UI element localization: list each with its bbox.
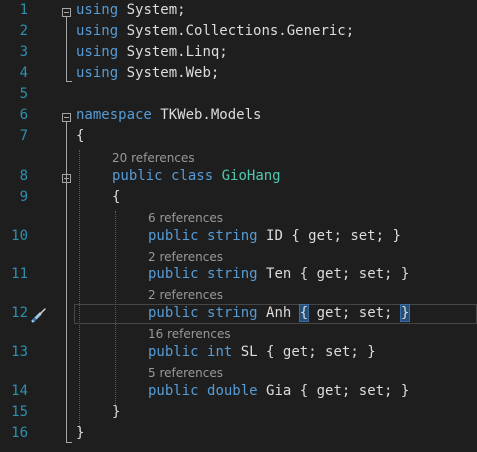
line-number: 6 <box>19 107 28 123</box>
line-number: 12 <box>11 305 28 321</box>
line-number: 2 <box>19 23 28 39</box>
line-number: 8 <box>19 168 28 184</box>
line-number: 7 <box>19 128 28 144</box>
collapse-icon[interactable] <box>62 113 71 122</box>
line-number: 13 <box>11 344 28 360</box>
line-number: 16 <box>11 425 28 441</box>
fold-guide <box>66 17 67 81</box>
code-line: using System; <box>76 2 186 18</box>
line-number: 14 <box>11 383 28 399</box>
code-editor[interactable]: 1 2 3 4 5 6 7 8 9 10 11 12 13 14 15 16 u… <box>0 0 477 452</box>
line-number: 9 <box>19 189 28 205</box>
indent-guide <box>79 150 80 432</box>
fold-guide <box>66 442 72 443</box>
codelens-references[interactable]: 5 references <box>148 366 223 380</box>
line-number: 4 <box>19 65 28 81</box>
line-number: 11 <box>11 266 28 282</box>
codelens-references[interactable]: 6 references <box>148 211 223 225</box>
code-line: public int SL { get; set; } <box>148 344 376 360</box>
line-number: 3 <box>19 44 28 60</box>
code-line: public double Gia { get; set; } <box>148 383 410 399</box>
line-number: 15 <box>11 404 28 420</box>
code-line: using System.Collections.Generic; <box>76 23 355 39</box>
collapse-icon[interactable] <box>62 174 71 183</box>
fold-guide <box>66 81 72 82</box>
codelens-references[interactable]: 2 references <box>148 250 223 264</box>
code-line: namespace TKWeb.Models <box>76 107 262 123</box>
code-line: } <box>112 404 121 420</box>
line-number: 10 <box>11 228 28 244</box>
code-line: } <box>76 425 85 441</box>
code-line: using System.Web; <box>76 65 220 81</box>
code-line: public string ID { get; set; } <box>148 228 401 244</box>
codelens-references[interactable]: 20 references <box>112 151 195 165</box>
code-line: { <box>76 128 85 144</box>
codelens-references[interactable]: 16 references <box>148 327 231 341</box>
code-line: { <box>112 189 121 205</box>
code-line: public string Ten { get; set; } <box>148 266 410 282</box>
screwdriver-icon[interactable] <box>30 306 48 324</box>
code-line: public string Anh { get; set; } <box>148 304 411 322</box>
line-number: 1 <box>19 2 28 18</box>
codelens-references[interactable]: 2 references <box>148 288 223 302</box>
collapse-icon[interactable] <box>62 8 71 17</box>
fold-guide <box>66 122 67 442</box>
code-line: public class GioHang <box>112 168 281 184</box>
code-line: using System.Linq; <box>76 44 228 60</box>
line-number: 5 <box>19 86 28 102</box>
